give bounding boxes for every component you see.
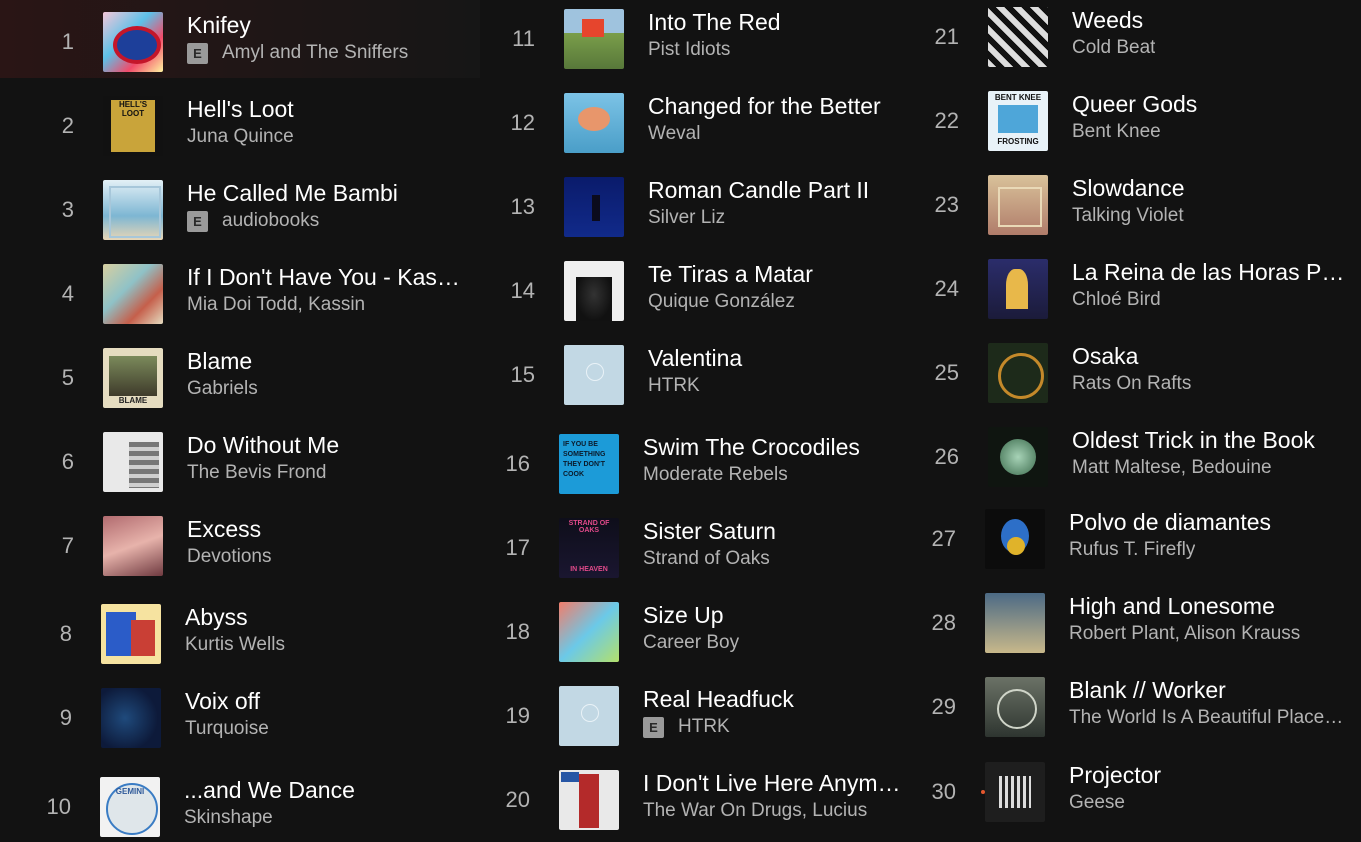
track-artist-line: Rats On Rafts (1072, 372, 1350, 396)
playing-indicator-icon (981, 790, 985, 794)
track-artist[interactable]: The World Is A Beautiful Place & I Am No… (1069, 706, 1347, 730)
album-cover[interactable] (988, 427, 1048, 487)
track-artist[interactable]: Chloé Bird (1072, 288, 1161, 312)
track-title[interactable]: Oldest Trick in the Book (1072, 426, 1350, 454)
track-artist-line: Bent Knee (1072, 120, 1350, 144)
album-cover[interactable] (988, 343, 1048, 403)
track-row[interactable]: 25 Osaka Rats On Rafts (0, 341, 1361, 405)
album-cover[interactable] (988, 175, 1048, 235)
track-number: 23 (934, 192, 959, 217)
track-title[interactable]: Queer Gods (1072, 90, 1350, 118)
album-cover[interactable] (988, 7, 1048, 67)
album-cover[interactable] (988, 259, 1048, 319)
track-artist[interactable]: Bent Knee (1072, 120, 1161, 144)
track-number: 22 (934, 108, 959, 133)
album-cover[interactable] (985, 677, 1045, 737)
track-row[interactable]: 26 Oldest Trick in the Book Matt Maltese, … (0, 425, 1361, 489)
album-cover[interactable]: BENT KNEE FROSTING (988, 91, 1048, 151)
track-artist[interactable]: Cold Beat (1072, 36, 1155, 60)
track-title[interactable]: La Reina de las Horas Perdidas (1072, 258, 1350, 286)
track-row[interactable]: 30 Projector Geese (0, 760, 1361, 824)
track-number: 25 (934, 360, 959, 385)
track-artist-line: Rufus T. Firefly (1069, 538, 1347, 562)
album-cover[interactable] (985, 509, 1045, 569)
track-title[interactable]: Slowdance (1072, 174, 1350, 202)
track-artist-line: Matt Maltese, Bedouine (1072, 456, 1350, 480)
track-artist-line: Chloé Bird (1072, 288, 1350, 312)
track-row[interactable]: 21 Weeds Cold Beat (0, 5, 1361, 69)
track-artist[interactable]: Matt Maltese, Bedouine (1072, 456, 1272, 480)
track-number: 21 (934, 24, 959, 49)
track-artist-line: Talking Violet (1072, 204, 1350, 228)
track-number: 26 (934, 444, 959, 469)
track-number: 27 (931, 526, 956, 551)
track-row[interactable]: 24 La Reina de las Horas PerdidasChloé Bi… (0, 257, 1361, 321)
track-artist[interactable]: Geese (1069, 791, 1125, 815)
album-cover[interactable] (985, 762, 1045, 822)
track-title[interactable]: Projector (1069, 761, 1347, 789)
track-number: 30 (931, 779, 956, 804)
track-artist[interactable]: Rats On Rafts (1072, 372, 1191, 396)
track-artist[interactable]: Talking Violet (1072, 204, 1184, 228)
track-artist-line: Geese (1069, 791, 1347, 815)
track-row[interactable]: 22 BENT KNEE FROSTING Queer Gods Bent Knee (0, 89, 1361, 153)
track-title[interactable]: Osaka (1072, 342, 1350, 370)
track-artist[interactable]: Rufus T. Firefly (1069, 538, 1195, 562)
track-row[interactable]: 23 Slowdance Talking Violet (0, 173, 1361, 237)
track-number: 29 (931, 694, 956, 719)
album-cover[interactable] (985, 593, 1045, 653)
track-number: 24 (934, 276, 959, 301)
track-artist-line: Robert Plant, Alison Krauss (1069, 622, 1347, 646)
track-artist[interactable]: Robert Plant, Alison Krauss (1069, 622, 1300, 646)
track-title[interactable]: Blank // Worker (1069, 676, 1347, 704)
track-row[interactable]: 29 Blank // Worker The World Is A Beautifu… (0, 675, 1361, 739)
track-artist-line: Cold Beat (1072, 36, 1350, 60)
track-row[interactable]: 27 Polvo de diamantes Rufus T. Firefly (0, 507, 1361, 571)
track-title[interactable]: Weeds (1072, 6, 1350, 34)
track-title[interactable]: High and Lonesome (1069, 592, 1347, 620)
track-artist-line: The World Is A Beautiful Place & I Am No… (1069, 706, 1347, 730)
track-title[interactable]: Polvo de diamantes (1069, 508, 1347, 536)
track-number: 28 (931, 610, 956, 635)
track-row[interactable]: 28 High and Lonesome Robert Plant, Alison … (0, 591, 1361, 655)
